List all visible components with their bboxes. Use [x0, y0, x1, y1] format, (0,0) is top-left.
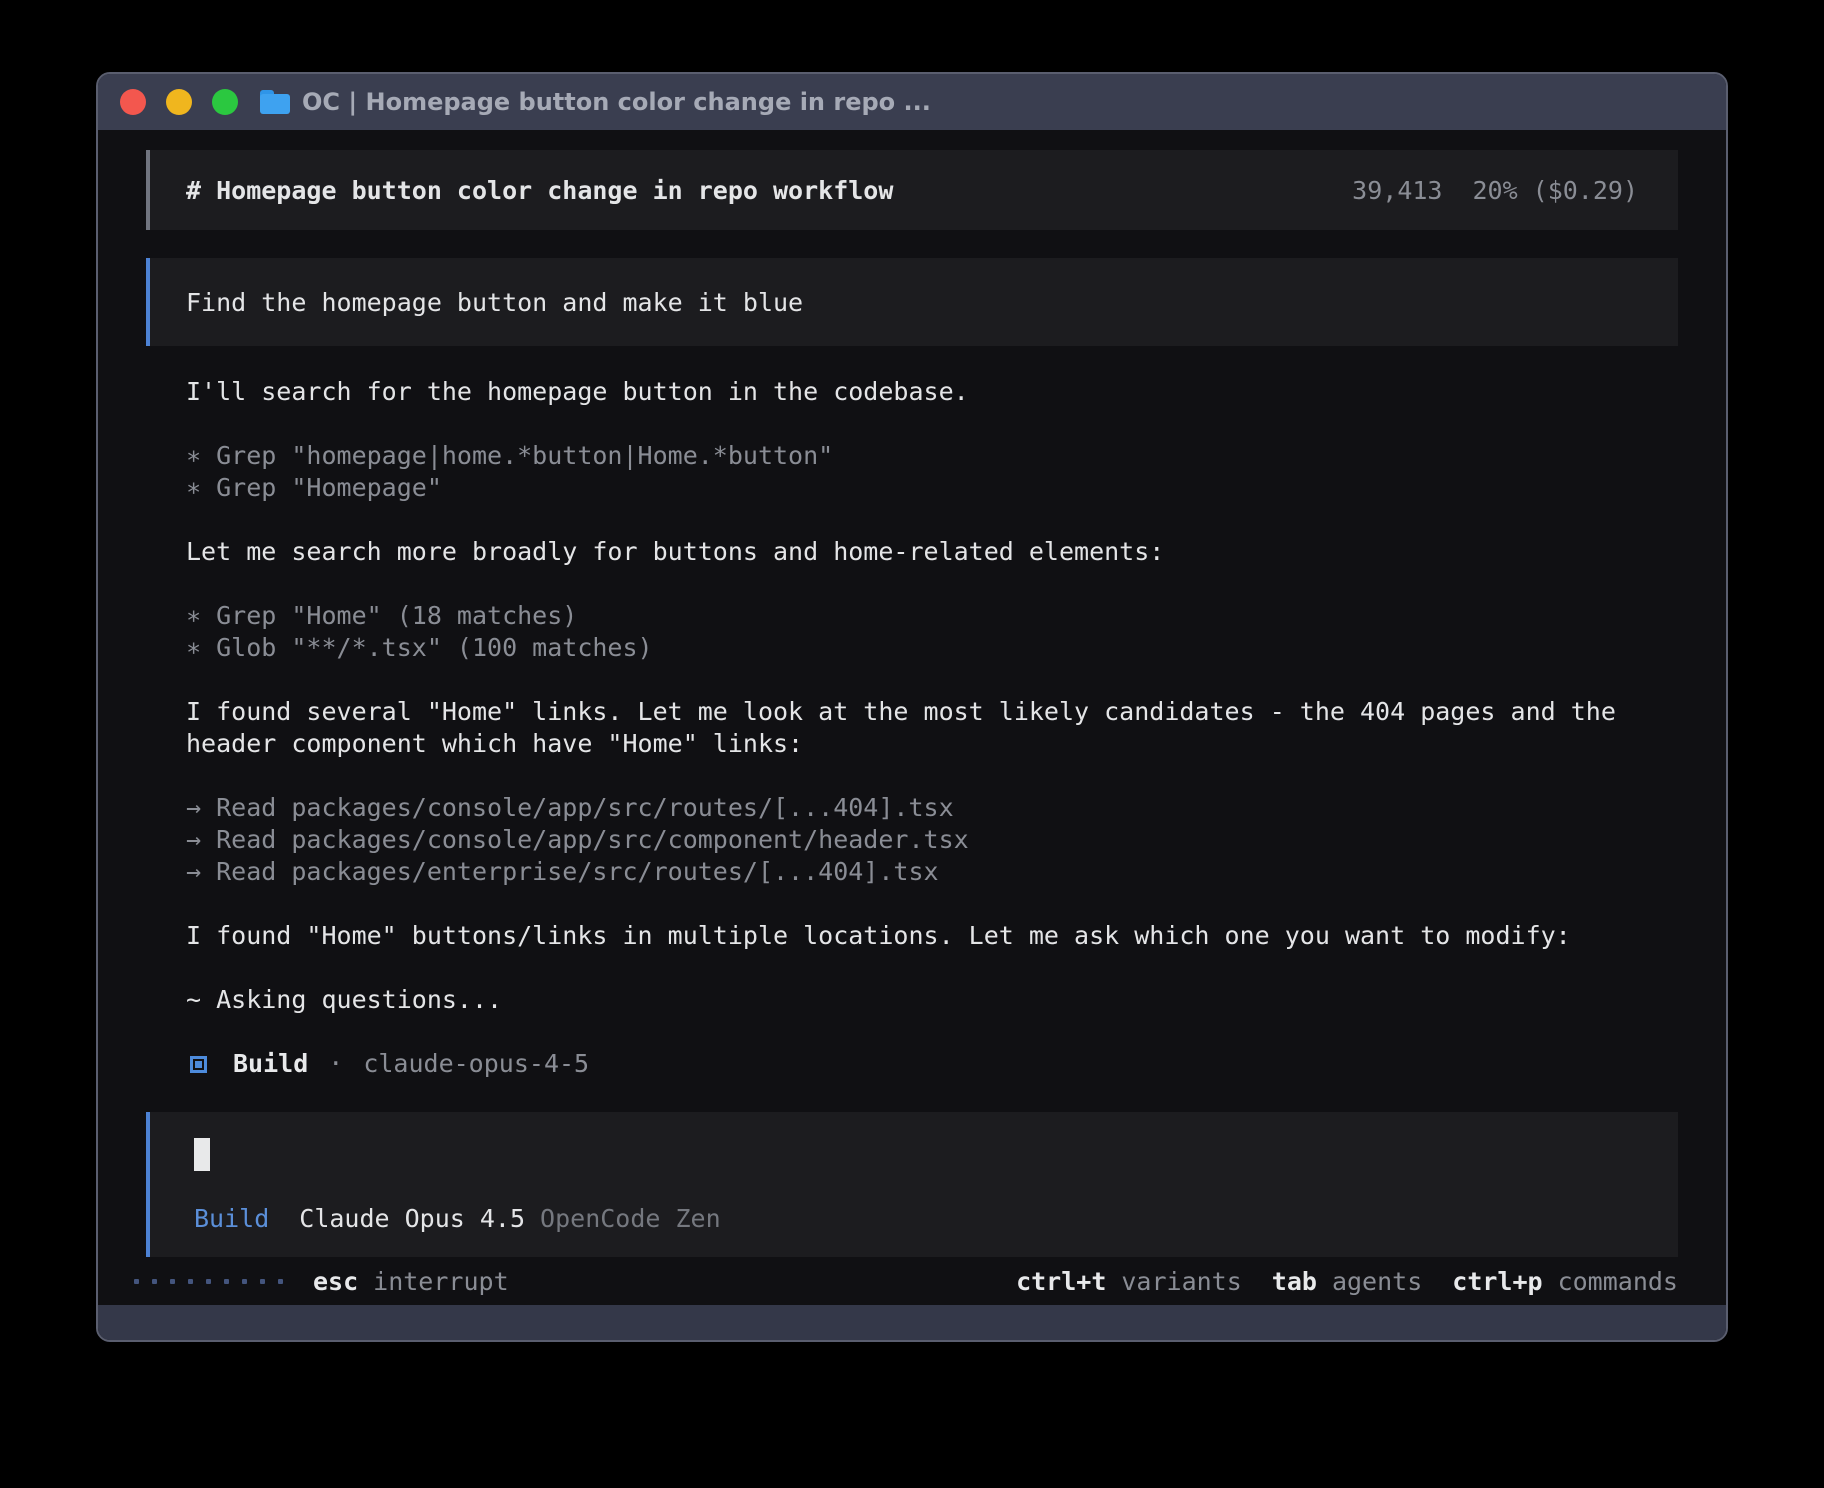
interrupt-label: interrupt	[373, 1267, 508, 1296]
window-titlebar: OC | Homepage button color change in rep…	[98, 74, 1726, 130]
close-button[interactable]	[120, 89, 146, 115]
minimize-button[interactable]	[166, 89, 192, 115]
user-message-text: Find the homepage button and make it blu…	[186, 288, 803, 317]
agent-build-icon	[190, 1056, 207, 1073]
window-bottom-edge	[98, 1305, 1726, 1341]
transcript-line: ∗ Grep "homepage|home.*button|Home.*butt…	[186, 440, 1678, 472]
spinner-dot	[188, 1279, 193, 1284]
prompt-input[interactable]: Build Claude Opus 4.5 OpenCode Zen	[146, 1112, 1678, 1257]
transcript-line: → Read packages/console/app/src/componen…	[186, 824, 1678, 856]
transcript-line	[186, 408, 1678, 440]
transcript-line: → Read packages/console/app/src/routes/[…	[186, 792, 1678, 824]
input-meta: Build Claude Opus 4.5 OpenCode Zen	[194, 1204, 1634, 1233]
assistant-transcript: I'll search for the homepage button in t…	[186, 376, 1678, 1048]
ctrl-t-key-hint: ctrl+t	[1016, 1267, 1106, 1296]
agents-label: agents	[1332, 1267, 1422, 1296]
session-stats: 39,413 20% ($0.29)	[1352, 176, 1638, 205]
statusbar-right: ctrl+t variants tab agents ctrl+p comman…	[986, 1267, 1678, 1296]
status-model-name: claude-opus-4-5	[363, 1048, 589, 1080]
transcript-line: Let me search more broadly for buttons a…	[186, 536, 1678, 568]
transcript-line: ∗ Grep "Homepage"	[186, 472, 1678, 504]
shortcut-variants[interactable]: ctrl+t variants	[1016, 1267, 1242, 1296]
terminal-content: # Homepage button color change in repo w…	[98, 130, 1726, 1305]
spinner-dot	[242, 1279, 247, 1284]
input-provider-label: OpenCode Zen	[540, 1204, 721, 1233]
transcript-line	[186, 760, 1678, 792]
tab-key-hint: tab	[1272, 1267, 1317, 1296]
spinner-dot	[170, 1279, 175, 1284]
spinner-dot	[152, 1279, 157, 1284]
transcript-line: header component which have "Home" links…	[186, 728, 1678, 760]
transcript-line	[186, 504, 1678, 536]
transcript-line: → Read packages/enterprise/src/routes/[.…	[186, 856, 1678, 888]
commands-label: commands	[1558, 1267, 1678, 1296]
user-message: Find the homepage button and make it blu…	[146, 258, 1678, 346]
status-agent-name: Build	[233, 1048, 308, 1080]
spinner-dot	[134, 1279, 139, 1284]
context-percent: 20%	[1472, 176, 1517, 205]
terminal-window: OC | Homepage button color change in rep…	[96, 72, 1728, 1342]
spinner-dot	[206, 1279, 211, 1284]
zoom-button[interactable]	[212, 89, 238, 115]
variants-label: variants	[1121, 1267, 1241, 1296]
agent-status-row: Build · claude-opus-4-5	[186, 1048, 1678, 1080]
text-cursor	[194, 1138, 210, 1171]
statusbar: esc interrupt ctrl+t variants tab agents…	[98, 1257, 1726, 1305]
shortcut-agents[interactable]: tab agents	[1272, 1267, 1422, 1296]
transcript-line	[186, 664, 1678, 696]
esc-key-hint[interactable]: esc	[313, 1267, 358, 1296]
transcript-line: I found several "Home" links. Let me loo…	[186, 696, 1678, 728]
session-header: # Homepage button color change in repo w…	[146, 150, 1678, 230]
token-count: 39,413	[1352, 176, 1442, 205]
spinner-dot	[260, 1279, 265, 1284]
transcript-line	[186, 888, 1678, 920]
session-cost: ($0.29)	[1533, 176, 1638, 205]
transcript-line	[186, 1016, 1678, 1048]
spinner-dot	[224, 1279, 229, 1284]
session-title: # Homepage button color change in repo w…	[186, 176, 893, 205]
statusbar-left: esc interrupt	[134, 1267, 509, 1296]
transcript-line: ∗ Glob "**/*.tsx" (100 matches)	[186, 632, 1678, 664]
transcript-line	[186, 952, 1678, 984]
spinner-dots	[134, 1279, 283, 1284]
spinner-dot	[278, 1279, 283, 1284]
shortcut-commands[interactable]: ctrl+p commands	[1452, 1267, 1678, 1296]
transcript-line	[186, 568, 1678, 600]
window-title: OC | Homepage button color change in rep…	[302, 88, 931, 116]
transcript-line: ~ Asking questions...	[186, 984, 1678, 1016]
folder-icon	[260, 90, 290, 114]
ctrl-p-key-hint: ctrl+p	[1452, 1267, 1542, 1296]
transcript-line: ∗ Grep "Home" (18 matches)	[186, 600, 1678, 632]
traffic-lights	[120, 89, 238, 115]
transcript-line: I'll search for the homepage button in t…	[186, 376, 1678, 408]
input-model-label[interactable]: Claude Opus 4.5	[299, 1204, 525, 1233]
status-separator: ·	[328, 1048, 343, 1080]
input-agent-label[interactable]: Build	[194, 1204, 269, 1233]
transcript-line: I found "Home" buttons/links in multiple…	[186, 920, 1678, 952]
